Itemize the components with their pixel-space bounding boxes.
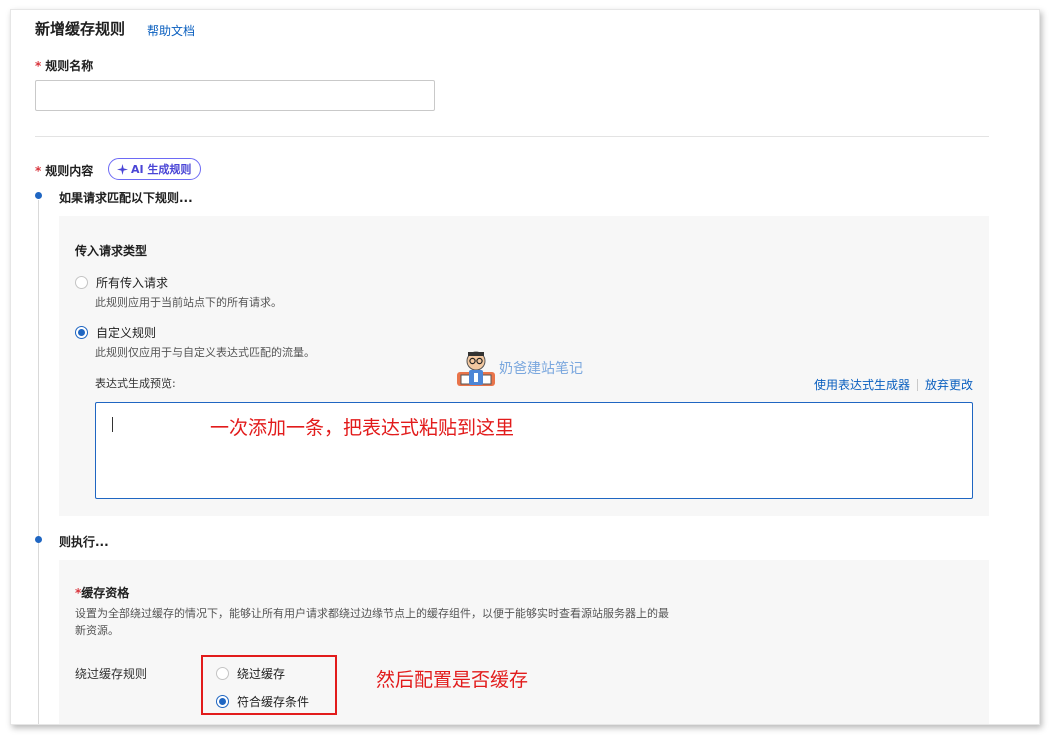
action-panel: *缓存资格 设置为全部绕过缓存的情况下，能够让所有用户请求都绕过边缘节点上的缓存… — [59, 560, 989, 724]
cache-annotation: 然后配置是否缓存 — [376, 669, 529, 691]
rule-name-label-text: 规则名称 — [45, 59, 94, 73]
ai-generate-rule-button[interactable]: AI 生成规则 — [108, 158, 202, 180]
text-cursor — [112, 417, 113, 432]
rule-content-label-text: 规则内容 — [45, 164, 94, 178]
radio-button[interactable] — [75, 276, 88, 289]
timeline-line — [38, 200, 39, 724]
condition-step-label: 如果请求匹配以下规则... — [59, 191, 193, 205]
section-divider — [35, 136, 989, 137]
radio-all-requests[interactable]: 所有传入请求 — [75, 274, 168, 291]
timeline-dot — [35, 536, 42, 543]
request-type-title: 传入请求类型 — [75, 244, 148, 258]
required-mark: * — [35, 59, 42, 73]
expression-preview-label: 表达式生成预览: — [95, 377, 176, 390]
timeline-dot — [35, 192, 42, 199]
sparkle-icon — [117, 163, 128, 175]
rule-content-label: * 规则内容 — [35, 162, 93, 179]
cache-description-line: 设置为全部绕过缓存的情况下，能够让所有用户请求都绕过边缘节点上的缓存组件，以便于… — [75, 607, 669, 620]
radio-button-checked[interactable] — [75, 326, 88, 339]
ai-generate-rule-label: AI 生成规则 — [131, 163, 192, 176]
bypass-cache-rule-label: 绕过缓存规则 — [75, 667, 148, 681]
rule-name-input[interactable] — [35, 80, 435, 111]
mascot-icon — [457, 351, 495, 386]
page-title: 新增缓存规则 — [35, 20, 126, 38]
cache-description-line: 新资源。 — [75, 624, 119, 637]
radio-custom-rule[interactable]: 自定义规则 — [75, 324, 156, 341]
cache-description: 设置为全部绕过缓存的情况下，能够让所有用户请求都绕过边缘节点上的缓存组件，以便于… — [75, 605, 755, 639]
watermark-text: 奶爸建站笔记 — [499, 361, 583, 377]
radio-label: 自定义规则 — [96, 326, 157, 340]
option-description: 此规则仅应用于与自定义表达式匹配的流量。 — [95, 346, 315, 359]
radio-label: 所有传入请求 — [96, 276, 169, 290]
use-expression-builder-link[interactable]: 使用表达式生成器 — [814, 376, 910, 393]
watermark: 奶爸建站笔记 — [455, 348, 583, 388]
rule-name-label: * 规则名称 — [35, 57, 93, 74]
option-description: 此规则应用于当前站点下的所有请求。 — [95, 296, 282, 309]
help-doc-link[interactable]: 帮助文档 — [147, 22, 195, 39]
required-mark: * — [35, 164, 42, 178]
cache-eligibility-title: *缓存资格 — [75, 584, 129, 601]
highlight-box — [201, 655, 337, 715]
expression-annotation: 一次添加一条，把表达式粘贴到这里 — [210, 417, 515, 439]
cache-rule-form: 新增缓存规则 帮助文档 * 规则名称 * 规则内容 AI 生成规则 如果请求匹配以下… — [10, 9, 1040, 725]
discard-changes-link[interactable]: 放弃更改 — [925, 376, 973, 393]
expression-links: 使用表达式生成器 放弃更改 — [814, 376, 973, 393]
action-step-label: 则执行... — [59, 535, 109, 549]
expression-textarea[interactable]: 一次添加一条，把表达式粘贴到这里 — [95, 402, 973, 499]
cache-eligibility-title-text: 缓存资格 — [81, 586, 130, 600]
link-separator — [916, 378, 918, 391]
